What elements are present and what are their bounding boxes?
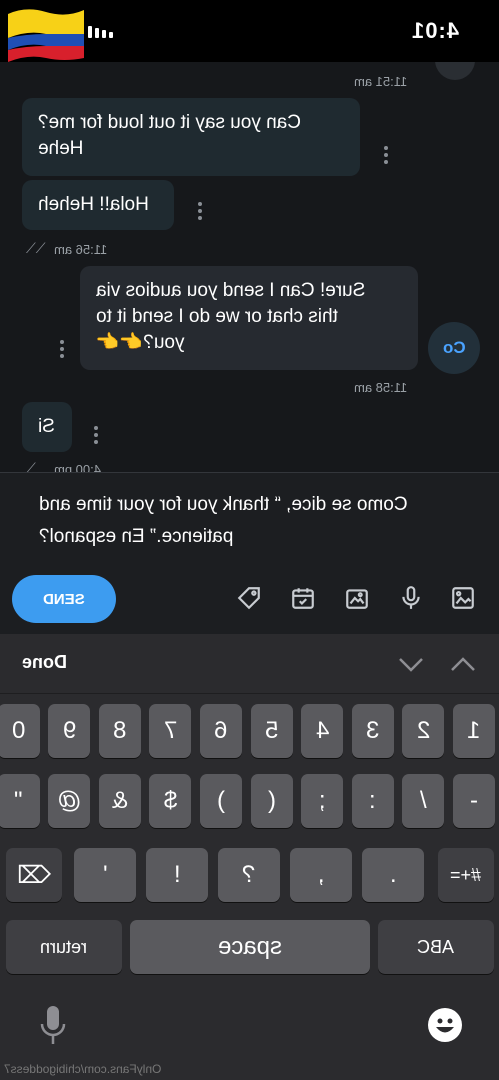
- key-5[interactable]: 5: [250, 704, 293, 758]
- schedule-icon[interactable]: [288, 583, 318, 613]
- message-input[interactable]: Como se dice, “ thank you for your time …: [39, 489, 479, 553]
- key-symbol[interactable]: $: [149, 774, 192, 828]
- dictation-mic-icon[interactable]: [38, 1004, 68, 1048]
- colombia-flag-icon: [8, 9, 84, 62]
- message-text: Hola!! Heheh: [38, 194, 149, 215]
- key-punctuation[interactable]: ,: [290, 848, 352, 902]
- message-timestamp: 11:58 am: [354, 380, 408, 395]
- avatar: [435, 62, 475, 80]
- space-key[interactable]: space: [130, 920, 370, 974]
- key-0[interactable]: 0: [0, 704, 40, 758]
- key-4[interactable]: 4: [301, 704, 344, 758]
- key-8[interactable]: 8: [98, 704, 141, 758]
- gallery-icon[interactable]: [448, 583, 478, 613]
- message-options-icon[interactable]: [60, 340, 66, 358]
- key-symbol[interactable]: ): [200, 774, 242, 828]
- camera-icon[interactable]: [342, 583, 372, 613]
- read-receipt-icon: ⟋⟋: [26, 240, 46, 256]
- message-text: Sure! Can I send you audios via: [96, 280, 366, 301]
- message-text: Can you say it out loud for me?: [38, 112, 301, 133]
- key-symbol[interactable]: (: [250, 774, 293, 828]
- key-symbol[interactable]: &: [98, 774, 141, 828]
- message-composer: Como se dice, “ thank you for your time …: [0, 472, 499, 634]
- key-punctuation[interactable]: ': [74, 848, 136, 902]
- message-options-icon[interactable]: [198, 202, 204, 220]
- done-button[interactable]: Done: [22, 652, 67, 673]
- key-2[interactable]: 2: [402, 704, 445, 758]
- key-7[interactable]: 7: [149, 704, 192, 758]
- key-symbol[interactable]: ;: [301, 774, 344, 828]
- status-bar: 4:01: [0, 0, 499, 62]
- keyboard-toolbar: Done: [0, 634, 499, 694]
- chevron-down-icon[interactable]: [396, 650, 426, 678]
- key-symbol[interactable]: :: [351, 774, 394, 828]
- message-text: Si: [38, 416, 55, 437]
- key-3[interactable]: 3: [351, 704, 394, 758]
- key-symbol[interactable]: -: [453, 774, 495, 828]
- abc-key[interactable]: ABC: [378, 920, 494, 974]
- key-symbol[interactable]: /: [402, 774, 445, 828]
- return-key[interactable]: return: [6, 920, 122, 974]
- message-bubble-outgoing[interactable]: Sure! Can I send you audios via this cha…: [80, 266, 418, 370]
- message-timestamp: 4:00 pm: [54, 462, 101, 472]
- shift-symbols-key[interactable]: #+=: [438, 848, 494, 902]
- key-punctuation[interactable]: ?: [218, 848, 280, 902]
- chat-thread[interactable]: 11:51 am Can you say it out loud for me?…: [0, 62, 499, 472]
- message-text: you?👉👉: [96, 332, 185, 353]
- chevron-up-icon[interactable]: [448, 650, 478, 678]
- message-timestamp: 11:51 am: [354, 74, 408, 89]
- key-punctuation[interactable]: !: [146, 848, 208, 902]
- key-symbol[interactable]: ": [0, 774, 40, 828]
- signal-strength-icon: [88, 26, 113, 38]
- message-text: Hehe: [38, 138, 84, 159]
- send-button[interactable]: SEND: [12, 575, 116, 623]
- message-options-icon[interactable]: [384, 146, 390, 164]
- key-9[interactable]: 9: [48, 704, 91, 758]
- message-text: this chat or we do I send it to: [96, 306, 338, 327]
- key-6[interactable]: 6: [200, 704, 242, 758]
- message-options-icon[interactable]: [94, 426, 100, 444]
- read-receipt-icon: ⟋: [26, 460, 36, 472]
- status-time: 4:01: [410, 18, 459, 43]
- message-bubble-incoming[interactable]: Si: [22, 402, 72, 452]
- avatar[interactable]: Co: [428, 322, 480, 374]
- emoji-icon[interactable]: [428, 1008, 462, 1042]
- key-1[interactable]: 1: [453, 704, 495, 758]
- message-bubble-incoming[interactable]: Can you say it out loud for me? Hehe: [22, 98, 360, 176]
- key-punctuation[interactable]: .: [362, 848, 424, 902]
- message-bubble-incoming[interactable]: Hola!! Heheh: [22, 180, 174, 230]
- price-tag-icon[interactable]: [234, 583, 264, 613]
- microphone-icon[interactable]: [396, 583, 426, 613]
- message-timestamp: 11:56 am: [54, 242, 108, 257]
- watermark: OnlyFans.com/chibigoddess7: [4, 1062, 162, 1076]
- backspace-icon[interactable]: ⌫: [6, 848, 62, 902]
- key-symbol[interactable]: @: [48, 774, 91, 828]
